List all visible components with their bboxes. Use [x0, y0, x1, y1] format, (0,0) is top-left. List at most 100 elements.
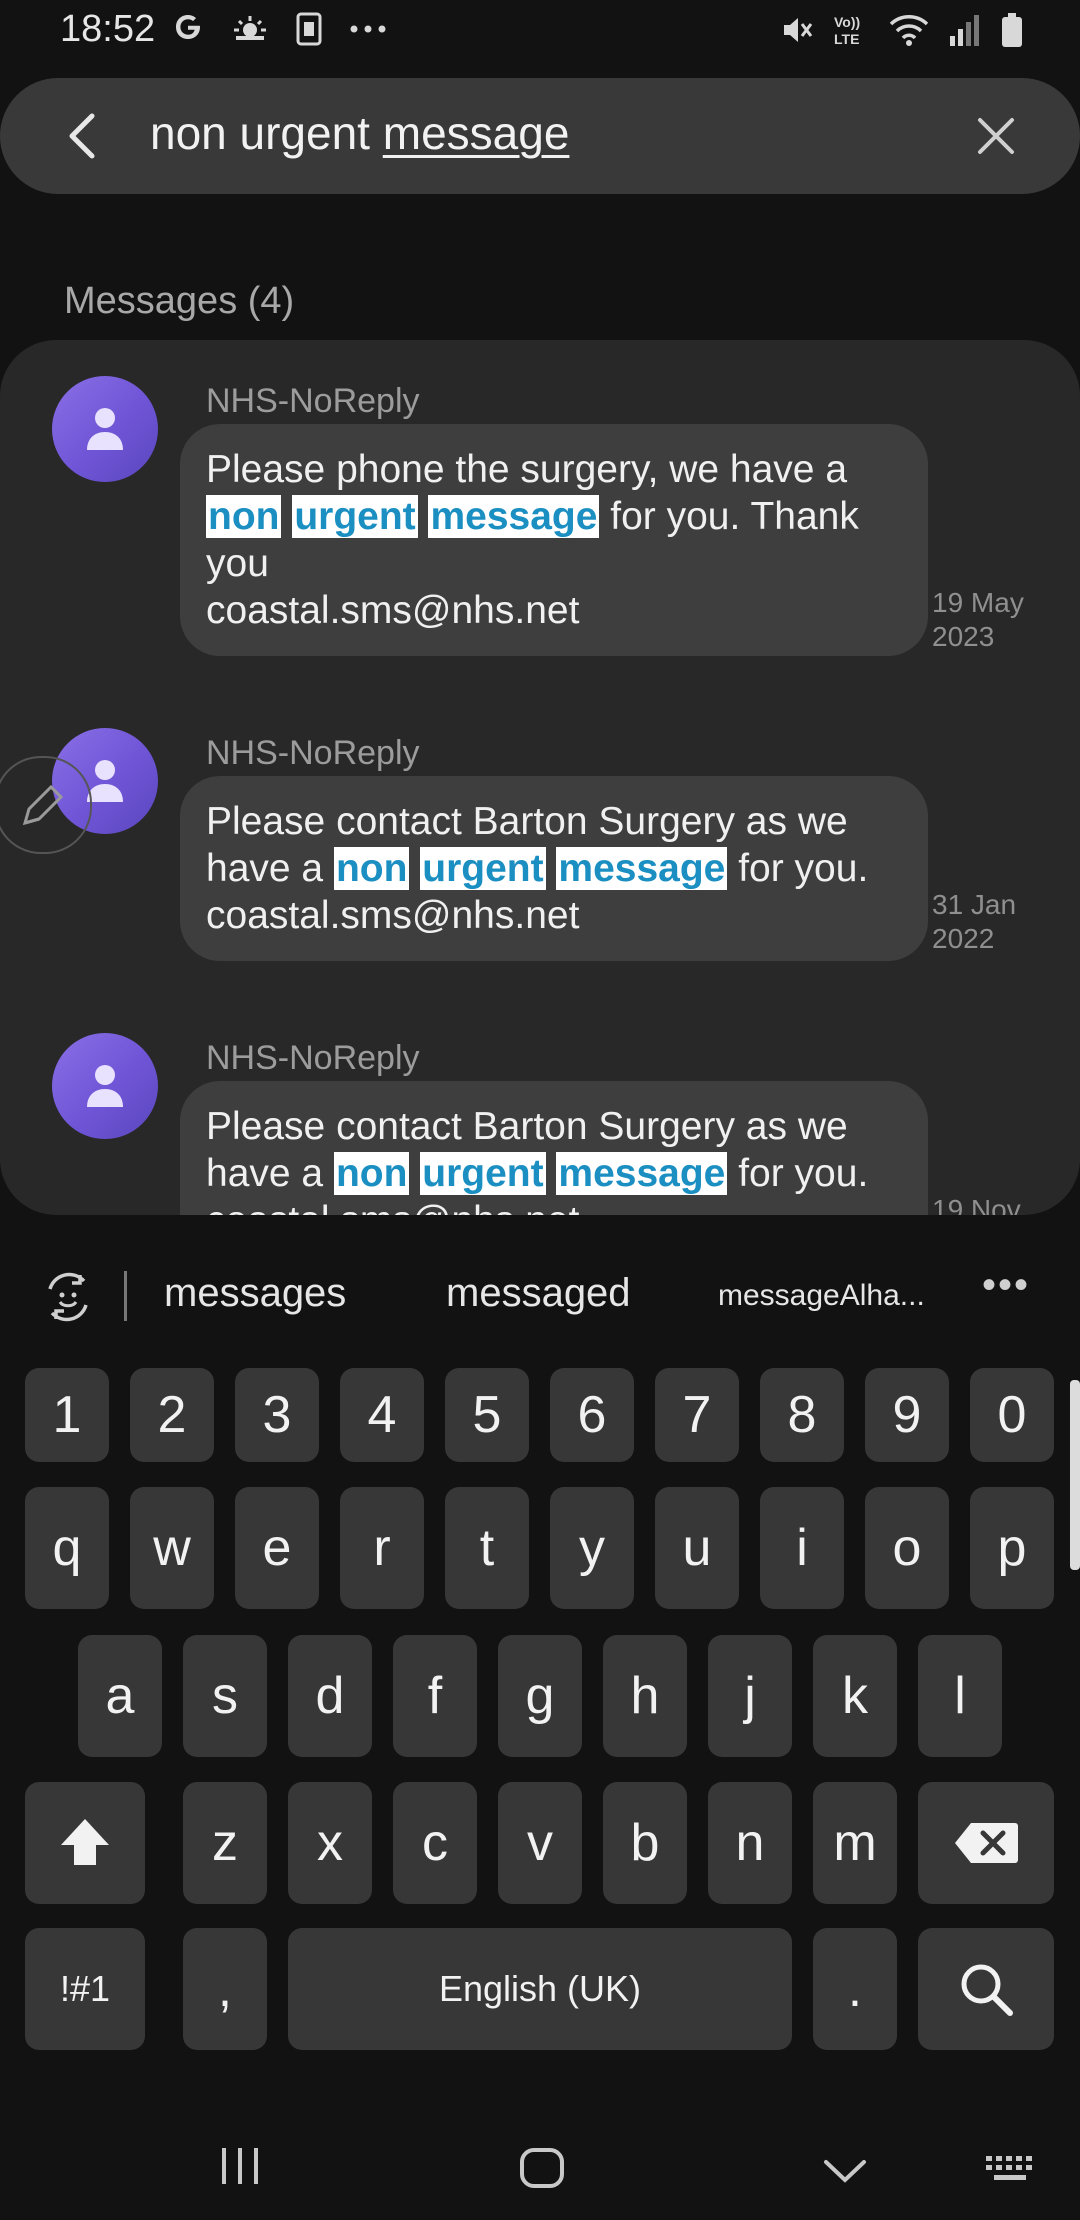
suggestion-divider — [124, 1271, 127, 1321]
period-key[interactable]: . — [813, 1928, 897, 2050]
message-email: coastal.sms@nhs.net — [206, 589, 580, 632]
key-a[interactable]: a — [78, 1635, 162, 1757]
backspace-key[interactable] — [918, 1782, 1054, 1904]
status-bar: 18:52 Vo)) LTE — [0, 0, 1080, 72]
message-text: for you. — [727, 1152, 869, 1195]
highlight-term: urgent — [420, 1152, 546, 1195]
key-k[interactable]: k — [813, 1635, 897, 1757]
message-date: 19 May 2023 — [932, 586, 1024, 654]
date-line: 2023 — [932, 621, 995, 652]
suggestion-item[interactable]: messageAlha... — [718, 1279, 925, 1313]
key-t[interactable]: t — [445, 1487, 529, 1609]
key-g[interactable]: g — [498, 1635, 582, 1757]
highlight-term: non — [206, 495, 282, 538]
key-y[interactable]: y — [550, 1487, 634, 1609]
search-icon — [961, 1964, 1013, 2016]
key-v[interactable]: v — [498, 1782, 582, 1904]
message-bubble: Please contact Barton Surgery as we have… — [180, 776, 928, 961]
key-p[interactable]: p — [970, 1487, 1054, 1609]
key-3[interactable]: 3 — [235, 1368, 319, 1462]
back-button[interactable] — [56, 108, 112, 164]
key-0[interactable]: 0 — [970, 1368, 1054, 1462]
key-w[interactable]: w — [130, 1487, 214, 1609]
key-2[interactable]: 2 — [130, 1368, 214, 1462]
highlight-term: message — [556, 847, 728, 890]
key-e[interactable]: e — [235, 1487, 319, 1609]
more-suggestions-icon[interactable]: ••• — [982, 1263, 1030, 1308]
back-nav-button[interactable] — [822, 2156, 868, 2191]
space-key[interactable]: English (UK) — [288, 1928, 792, 2050]
message-text: Please phone the surgery, we have a — [206, 448, 848, 491]
highlight-term: non — [333, 847, 410, 890]
message-bubble: Please phone the surgery, we have a non … — [180, 424, 928, 656]
svg-text:Vo)): Vo)) — [834, 14, 860, 30]
comma-key[interactable]: , — [183, 1928, 267, 2050]
chevron-left-icon — [69, 113, 95, 159]
key-7[interactable]: 7 — [655, 1368, 739, 1462]
section-title: Messages (4) — [64, 280, 295, 322]
search-key[interactable] — [918, 1928, 1054, 2050]
recents-button[interactable] — [218, 2146, 262, 2191]
status-time: 18:52 — [60, 8, 156, 50]
suggestion-item[interactable]: messaged — [446, 1271, 631, 1316]
pencil-icon — [22, 784, 64, 826]
keyboard-toggle-button[interactable] — [984, 2154, 1038, 2189]
search-input[interactable]: non urgent message — [150, 106, 569, 160]
key-8[interactable]: 8 — [760, 1368, 844, 1462]
date-line: 19 May — [932, 587, 1024, 618]
message-date: 19 Nov — [932, 1193, 1021, 1215]
key-5[interactable]: 5 — [445, 1368, 529, 1462]
key-6[interactable]: 6 — [550, 1368, 634, 1462]
key-d[interactable]: d — [288, 1635, 372, 1757]
key-x[interactable]: x — [288, 1782, 372, 1904]
key-h[interactable]: h — [603, 1635, 687, 1757]
key-u[interactable]: u — [655, 1487, 739, 1609]
wifi-icon — [888, 12, 930, 53]
clear-search-button[interactable] — [972, 112, 1020, 160]
compose-button[interactable] — [0, 756, 92, 854]
emoji-sticker-icon[interactable] — [40, 1269, 96, 1330]
avatar[interactable] — [52, 1033, 158, 1139]
key-r[interactable]: r — [340, 1487, 424, 1609]
shift-key[interactable] — [25, 1782, 145, 1904]
keyboard-edge-handle[interactable] — [1070, 1380, 1080, 1570]
message-sender: NHS-NoReply — [206, 1039, 420, 1077]
key-9[interactable]: 9 — [865, 1368, 949, 1462]
key-j[interactable]: j — [708, 1635, 792, 1757]
key-z[interactable]: z — [183, 1782, 267, 1904]
message-sender: NHS-NoReply — [206, 382, 420, 420]
key-m[interactable]: m — [813, 1782, 897, 1904]
key-o[interactable]: o — [865, 1487, 949, 1609]
key-b[interactable]: b — [603, 1782, 687, 1904]
message-text: for you. — [727, 847, 869, 890]
highlight-term: urgent — [292, 495, 418, 538]
message-email: coastal.sms@nhs.net — [206, 1199, 579, 1215]
recents-icon — [222, 2148, 258, 2184]
key-1[interactable]: 1 — [25, 1368, 109, 1462]
suggestion-item[interactable]: messages — [164, 1271, 346, 1316]
key-f[interactable]: f — [393, 1635, 477, 1757]
key-n[interactable]: n — [708, 1782, 792, 1904]
highlight-term: message — [428, 495, 600, 538]
key-q[interactable]: q — [25, 1487, 109, 1609]
keyboard-icon — [986, 2156, 1032, 2180]
key-l[interactable]: l — [918, 1635, 1002, 1757]
svg-text:LTE: LTE — [834, 31, 859, 47]
chevron-down-icon — [824, 2160, 866, 2183]
messages-results-list[interactable]: NHS-NoReply Please phone the surgery, we… — [0, 340, 1080, 1215]
avatar[interactable] — [52, 376, 158, 482]
signal-icon — [948, 12, 982, 53]
message-email: coastal.sms@nhs.net — [206, 894, 580, 937]
symbols-key[interactable]: !#1 — [25, 1928, 145, 2050]
highlight-term: urgent — [420, 847, 546, 890]
key-c[interactable]: c — [393, 1782, 477, 1904]
key-i[interactable]: i — [760, 1487, 844, 1609]
mute-icon — [778, 12, 814, 53]
key-4[interactable]: 4 — [340, 1368, 424, 1462]
person-icon — [87, 1065, 123, 1107]
battery-icon — [1000, 12, 1024, 53]
home-button[interactable] — [518, 2146, 566, 2195]
key-s[interactable]: s — [183, 1635, 267, 1757]
suggestion-bar: messages messaged messageAlha... ••• — [0, 1215, 1080, 1365]
shift-arrow-icon — [61, 1819, 109, 1865]
